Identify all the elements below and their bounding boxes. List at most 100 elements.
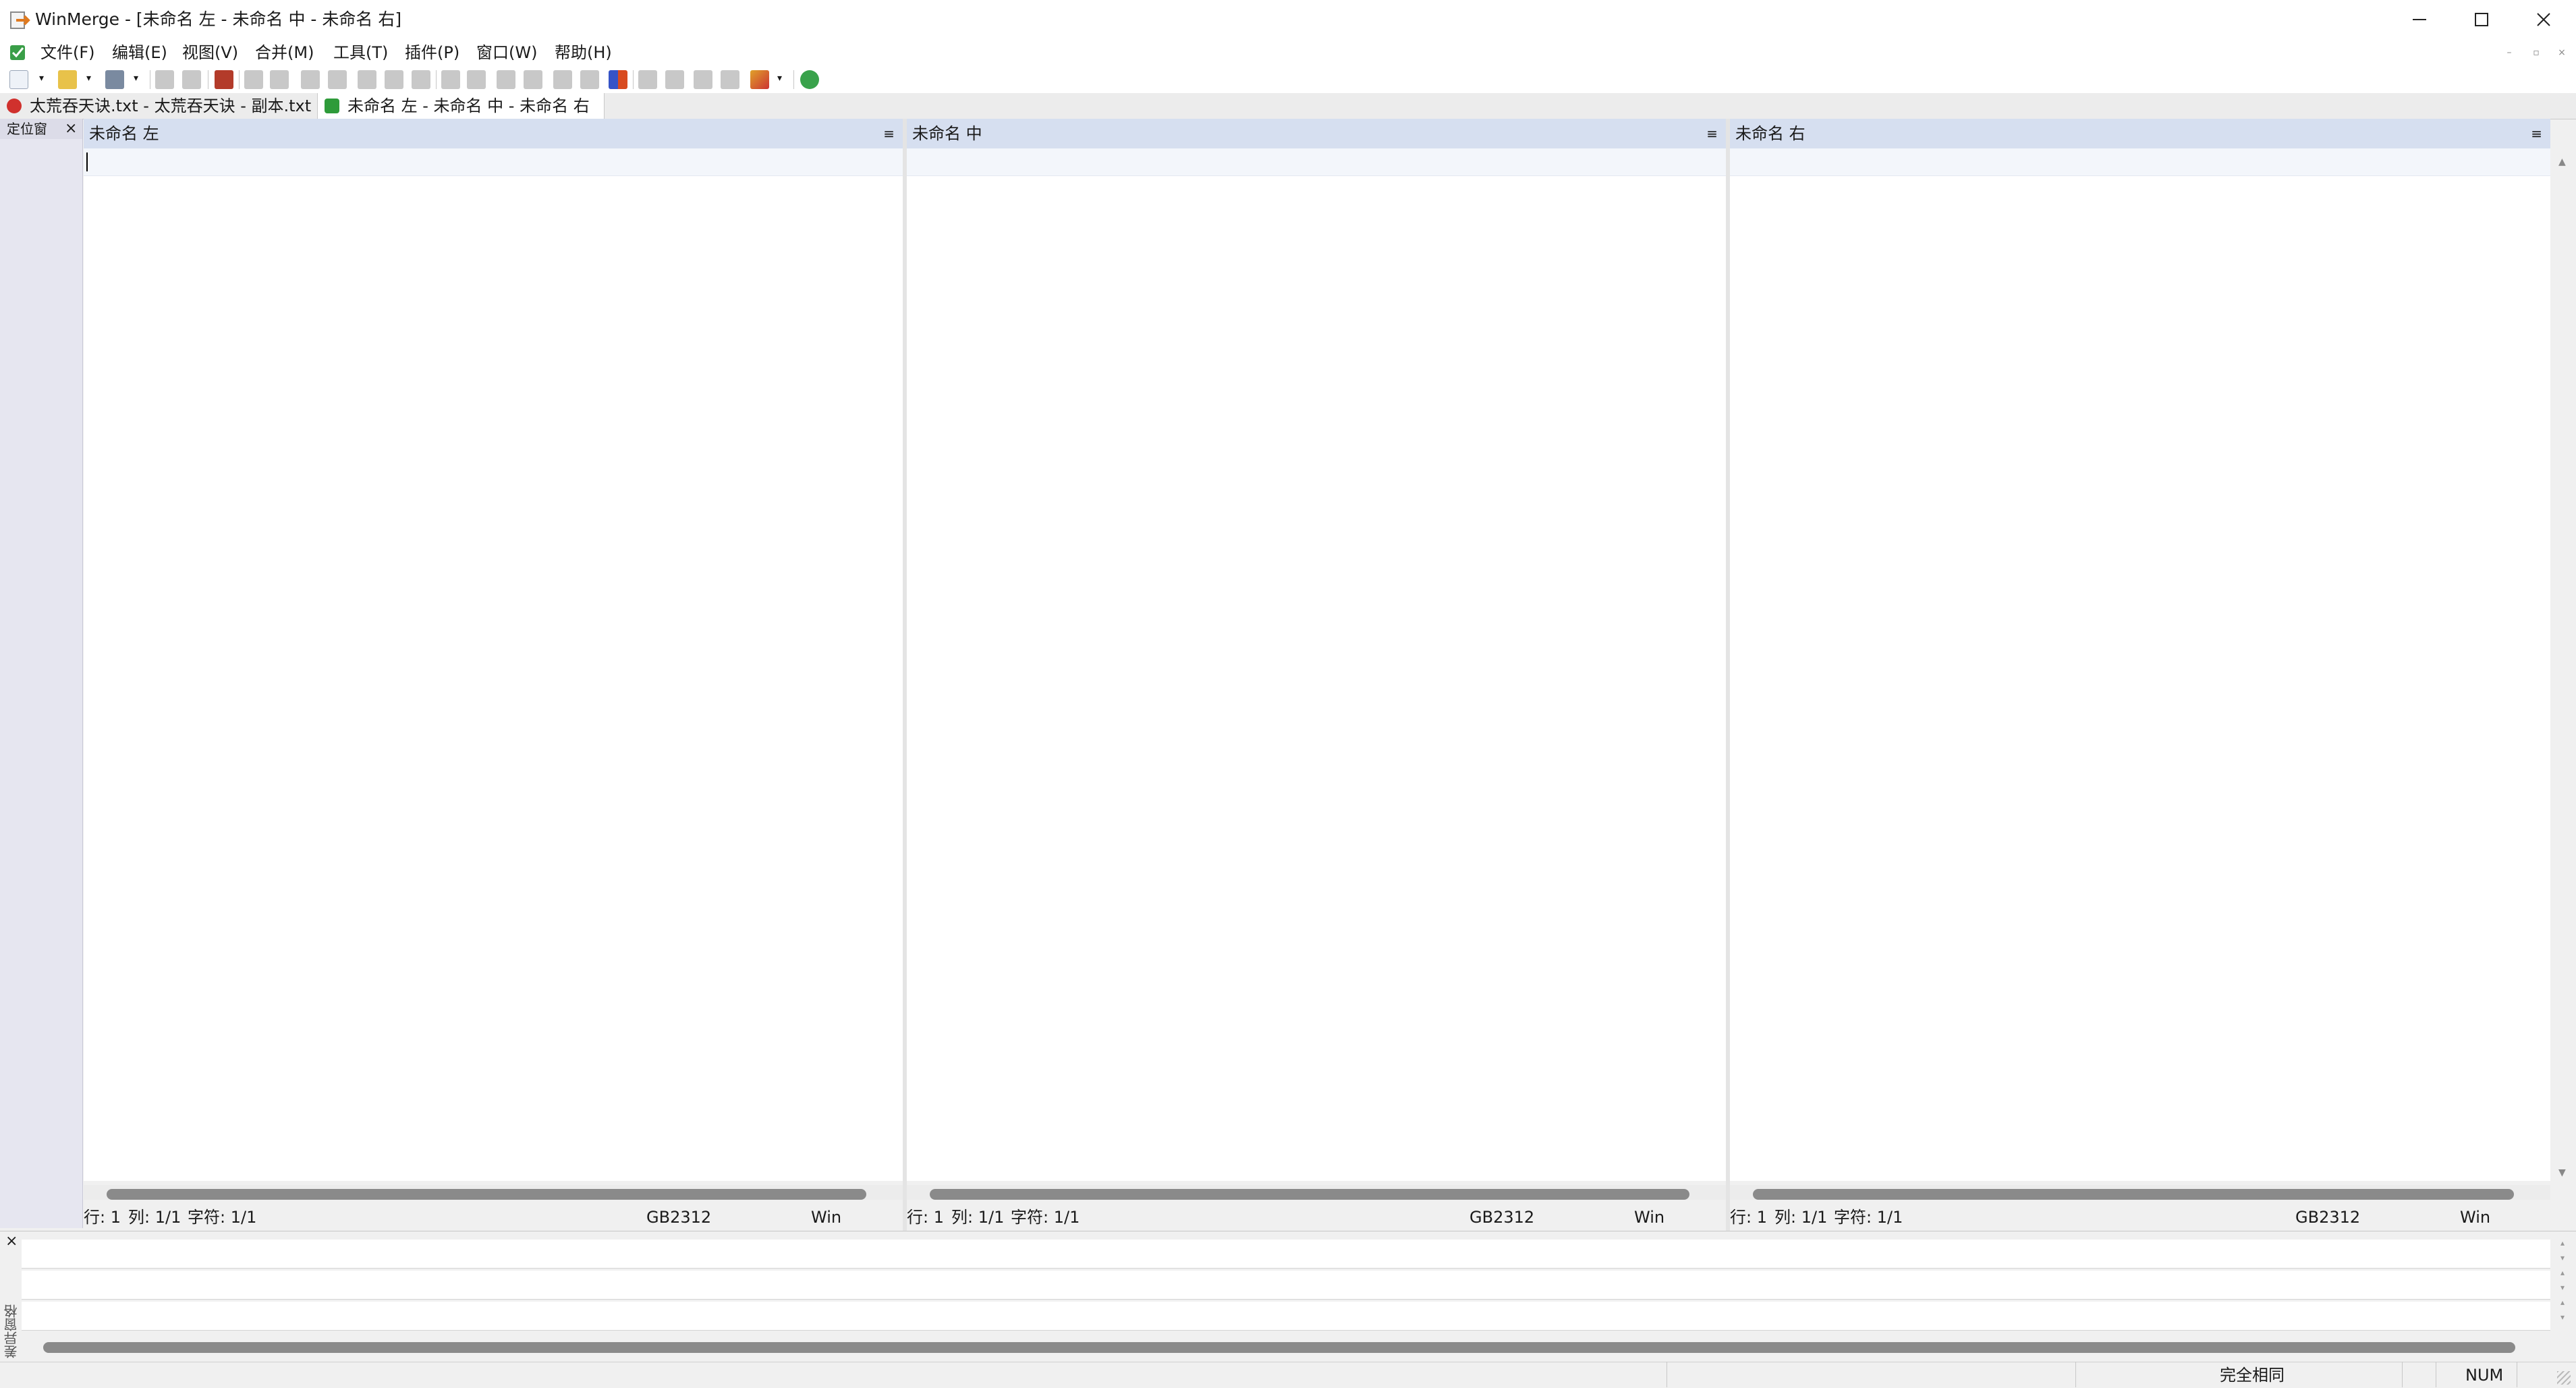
scroll-down-icon[interactable]: ▼	[2558, 1167, 2566, 1178]
copy-left-advance-icon[interactable]	[524, 70, 542, 89]
left-editor[interactable]	[84, 148, 903, 1181]
right-scroll-thumb[interactable]	[1753, 1189, 2514, 1200]
copy-all-right-icon[interactable]	[553, 70, 572, 89]
open-dropdown-icon[interactable]: ▾	[86, 73, 91, 84]
maximize-icon	[2475, 13, 2488, 26]
middle-pane-menu-icon[interactable]: ≡	[1706, 119, 1718, 148]
menu-file[interactable]: 文件(F)	[40, 39, 95, 66]
eol-style[interactable]: Win	[1634, 1204, 1664, 1231]
numlock-indicator: NUM	[2465, 1366, 2504, 1385]
last-diff-icon[interactable]	[301, 70, 320, 89]
menu-plugins[interactable]: 插件(P)	[405, 39, 459, 66]
diff-pane-scroll-arrows[interactable]: ▴ ▾ ▴ ▾ ▴ ▾	[2554, 1236, 2571, 1357]
left-pane-menu-icon[interactable]: ≡	[883, 119, 895, 148]
close-diff-pane-button[interactable]: ×	[5, 1233, 18, 1250]
prev-conflict-icon[interactable]	[412, 70, 430, 89]
next-conflict-icon[interactable]	[385, 70, 403, 89]
close-icon	[2537, 13, 2550, 26]
check-icon	[325, 99, 339, 113]
new-dropdown-icon[interactable]: ▾	[39, 73, 44, 84]
tab-document-1[interactable]: 太荒吞天诀.txt - 太荒吞天诀 - 副本.txt	[0, 93, 317, 119]
options-icon[interactable]	[750, 70, 769, 89]
menu-merge[interactable]: 合并(M)	[255, 39, 314, 66]
column-number: 列: 1/1	[128, 1208, 181, 1227]
right-pane-title: 未命名 右	[1735, 124, 1805, 143]
tab-document-2[interactable]: 未命名 左 - 未命名 中 - 未命名 右	[317, 93, 605, 119]
current-line-highlight	[1730, 148, 2550, 176]
maximize-button[interactable]	[2451, 0, 2513, 39]
error-icon	[7, 99, 22, 113]
diff-pane-row[interactable]	[22, 1240, 2550, 1269]
left-scroll-thumb[interactable]	[107, 1189, 866, 1200]
merge-middle-icon[interactable]	[665, 70, 684, 89]
copy-right-advance-icon[interactable]	[497, 70, 515, 89]
scroll-up-icon[interactable]: ▲	[2558, 157, 2566, 167]
column-number: 列: 1/1	[1774, 1208, 1828, 1227]
right-editor[interactable]	[1730, 148, 2550, 1181]
location-pane-title: 定位窗	[7, 121, 47, 137]
filter-icon[interactable]	[215, 70, 233, 89]
prev-diff-icon[interactable]	[270, 70, 289, 89]
vertical-scrollbar[interactable]: ▲ ▼	[2550, 148, 2576, 1188]
encoding[interactable]: GB2312	[1469, 1204, 1534, 1231]
eol-style[interactable]: Win	[811, 1204, 841, 1231]
menu-tools[interactable]: 工具(T)	[333, 39, 388, 66]
right-pane-menu-icon[interactable]: ≡	[2531, 119, 2542, 148]
encoding[interactable]: GB2312	[2295, 1204, 2360, 1231]
right-pane-header: 未命名 右 ≡	[1730, 119, 2550, 149]
diff-pane-scroll-thumb[interactable]	[43, 1342, 2515, 1353]
tab-label: 未命名 左 - 未命名 中 - 未命名 右	[347, 96, 590, 115]
mdi-minimize-button[interactable]: –	[2499, 45, 2519, 61]
redo-icon[interactable]	[182, 70, 201, 89]
mdi-restore-button[interactable]: ▫	[2526, 45, 2546, 61]
left-pane-title: 未命名 左	[89, 124, 159, 143]
char-number: 字符: 1/1	[188, 1208, 257, 1227]
new-icon[interactable]	[9, 70, 28, 89]
middle-editor[interactable]	[907, 148, 1726, 1181]
save-icon[interactable]	[105, 70, 124, 89]
merge-right-icon[interactable]	[694, 70, 712, 89]
save-dropdown-icon[interactable]: ▾	[134, 73, 138, 84]
menu-edit[interactable]: 编辑(E)	[112, 39, 167, 66]
char-number: 字符: 1/1	[1011, 1208, 1080, 1227]
refresh-icon[interactable]	[800, 70, 819, 89]
right-pane-status: 行: 1 列: 1/1 字符: 1/1 GB2312 Win	[1730, 1204, 2550, 1231]
resize-grip[interactable]	[2557, 1371, 2571, 1385]
compare-result-status: 完全相同	[2220, 1366, 2285, 1385]
minimize-icon	[2413, 19, 2426, 20]
winmerge-app-icon	[9, 9, 31, 31]
compare-icon[interactable]	[609, 70, 627, 89]
merge-all-icon[interactable]	[721, 70, 739, 89]
middle-pane-title: 未命名 中	[912, 124, 982, 143]
status-divider	[2402, 1362, 2403, 1387]
options-dropdown-icon[interactable]: ▾	[777, 73, 782, 84]
minimize-button[interactable]	[2388, 0, 2451, 39]
menu-help[interactable]: 帮助(H)	[555, 39, 612, 66]
open-icon[interactable]	[58, 70, 77, 89]
eol-style[interactable]: Win	[2460, 1204, 2490, 1231]
diff-pane-row[interactable]	[22, 1302, 2550, 1331]
merge-left-icon[interactable]	[638, 70, 657, 89]
tab-label: 太荒吞天诀.txt - 太荒吞天诀 - 副本.txt	[30, 96, 312, 115]
copy-left-icon[interactable]	[467, 70, 486, 89]
encoding[interactable]: GB2312	[646, 1204, 711, 1231]
menu-view[interactable]: 视图(V)	[182, 39, 238, 66]
middle-scroll-thumb[interactable]	[930, 1189, 1689, 1200]
location-pane[interactable]: 定位窗 ×	[0, 119, 83, 1228]
copy-right-icon[interactable]	[441, 70, 460, 89]
first-diff-icon[interactable]	[328, 70, 347, 89]
menu-window[interactable]: 窗口(W)	[476, 39, 537, 66]
diff-pane: × 差异窗格 ▴ ▾ ▴ ▾ ▴ ▾	[0, 1231, 2576, 1362]
toolbar-separator	[436, 70, 437, 89]
next-diff-icon[interactable]	[244, 70, 263, 89]
middle-pane-header: 未命名 中 ≡	[907, 119, 1726, 149]
close-location-pane-button[interactable]: ×	[65, 119, 77, 139]
title-bar[interactable]: WinMerge - [未命名 左 - 未命名 中 - 未命名 右]	[0, 0, 2576, 40]
close-button[interactable]	[2513, 0, 2575, 39]
current-diff-icon[interactable]	[358, 70, 376, 89]
mdi-close-button[interactable]: ×	[2552, 45, 2572, 61]
copy-all-left-icon[interactable]	[580, 70, 599, 89]
undo-icon[interactable]	[155, 70, 174, 89]
line-number: 行: 1	[907, 1208, 944, 1227]
diff-pane-row[interactable]	[22, 1271, 2550, 1300]
